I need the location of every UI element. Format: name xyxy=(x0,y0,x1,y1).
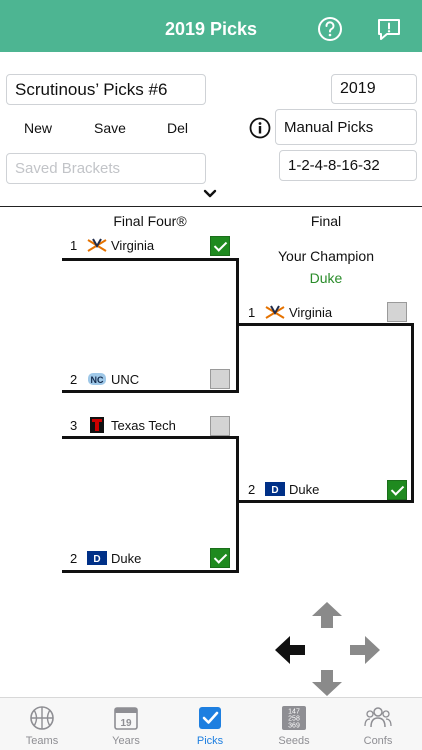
svg-text:NC: NC xyxy=(91,375,104,385)
people-icon xyxy=(364,707,392,728)
tab-label: Confs xyxy=(363,735,393,747)
tab-picks[interactable]: Picks xyxy=(168,698,252,750)
page-title: 2019 Picks xyxy=(164,19,258,39)
new-button[interactable]: New xyxy=(24,120,52,136)
tab-seeds[interactable]: 147 258 369 Seeds xyxy=(252,698,336,750)
virginia-logo-icon xyxy=(87,238,107,252)
basketball-icon xyxy=(30,706,54,730)
arrow-up-icon[interactable] xyxy=(310,600,344,630)
tab-teams[interactable]: Teams xyxy=(0,698,84,750)
team-entry[interactable]: 2 NC UNC xyxy=(70,369,139,389)
feedback-icon[interactable] xyxy=(376,16,402,42)
chevron-down-icon[interactable] xyxy=(202,188,218,200)
pick-checkbox[interactable] xyxy=(210,416,230,436)
tab-label: Picks xyxy=(196,735,224,747)
seed-number: 1 xyxy=(70,237,78,253)
seed-number: 3 xyxy=(70,417,78,433)
tab-confs[interactable]: Confs xyxy=(336,698,420,750)
champion-label: Your Champion xyxy=(278,248,374,264)
info-icon[interactable] xyxy=(249,117,271,139)
tab-bar: Teams 19 Years Picks 147 258 369 Seeds C… xyxy=(0,697,422,750)
virginia-logo-icon xyxy=(265,305,285,319)
duke-logo-icon: D xyxy=(87,551,107,565)
seed-grid-row: 147 xyxy=(288,709,300,716)
seed-number: 2 xyxy=(70,550,78,566)
team-name: UNC xyxy=(111,371,140,387)
tab-label: Teams xyxy=(25,735,59,747)
svg-text:D: D xyxy=(271,485,278,496)
team-name: Virginia xyxy=(111,237,155,253)
team-name: Duke xyxy=(289,481,320,497)
bracket-line xyxy=(236,436,239,573)
bracket-line xyxy=(62,390,239,393)
final-four-title: Final Four® xyxy=(113,213,187,229)
bracket-line xyxy=(236,323,414,326)
arrow-right-icon[interactable] xyxy=(348,635,382,665)
pick-checkbox[interactable] xyxy=(387,480,407,500)
bracket-line xyxy=(62,258,239,261)
help-icon[interactable] xyxy=(317,16,343,42)
tab-label: Years xyxy=(112,735,140,747)
svg-text:D: D xyxy=(93,554,100,565)
team-entry[interactable]: 2 D Duke xyxy=(70,548,141,568)
save-button[interactable]: Save xyxy=(94,120,126,136)
section-divider xyxy=(0,206,422,207)
header-bar: 2019 Picks xyxy=(0,0,422,52)
team-entry[interactable]: 2 D Duke xyxy=(248,479,319,499)
champion-name: Duke xyxy=(309,270,343,286)
team-entry[interactable]: 3 Texas Tech xyxy=(70,415,176,435)
pick-checkbox[interactable] xyxy=(387,302,407,322)
arrow-left-icon[interactable] xyxy=(273,635,307,665)
team-name: Texas Tech xyxy=(111,417,176,433)
duke-logo-icon: D xyxy=(265,482,285,496)
pick-checkbox[interactable] xyxy=(210,548,230,568)
bracket-line xyxy=(236,500,414,503)
calendar-icon: 19 xyxy=(114,707,138,730)
bracket-line xyxy=(62,436,239,439)
team-entry[interactable]: 1 Virginia xyxy=(70,235,154,255)
seed-number: 2 xyxy=(70,371,78,387)
seed-grid-row: 369 xyxy=(288,723,300,730)
year-field[interactable]: 2019 xyxy=(331,74,417,104)
team-name: Duke xyxy=(111,550,142,566)
team-entry[interactable]: 1 Virginia xyxy=(248,302,332,322)
calendar-badge: 19 xyxy=(120,718,132,729)
seed-grid-icon: 147 258 369 xyxy=(282,706,306,730)
pick-checkbox[interactable] xyxy=(210,236,230,256)
unc-logo-icon: NC xyxy=(88,373,106,385)
pick-mode-field[interactable]: Manual Picks xyxy=(275,109,417,145)
bracket-line xyxy=(411,323,414,503)
scoring-field[interactable]: 1-2-4-8-16-32 xyxy=(279,150,417,181)
seed-number: 1 xyxy=(248,304,256,320)
team-name: Virginia xyxy=(289,304,333,320)
texas-tech-logo-icon xyxy=(90,417,104,433)
pick-checkbox[interactable] xyxy=(210,369,230,389)
bracket-line xyxy=(62,570,239,573)
saved-brackets-field[interactable]: Saved Brackets xyxy=(6,153,206,184)
checkbox-icon xyxy=(199,707,221,729)
bracket-name-field[interactable]: Scrutinous’ Picks #6 xyxy=(6,74,206,105)
delete-button[interactable]: Del xyxy=(167,120,188,136)
tab-label: Seeds xyxy=(278,735,310,747)
tab-years[interactable]: 19 Years xyxy=(84,698,168,750)
seed-number: 2 xyxy=(248,481,256,497)
final-title: Final xyxy=(310,213,342,229)
seed-grid-row: 258 xyxy=(288,716,300,723)
arrow-down-icon[interactable] xyxy=(310,668,344,698)
